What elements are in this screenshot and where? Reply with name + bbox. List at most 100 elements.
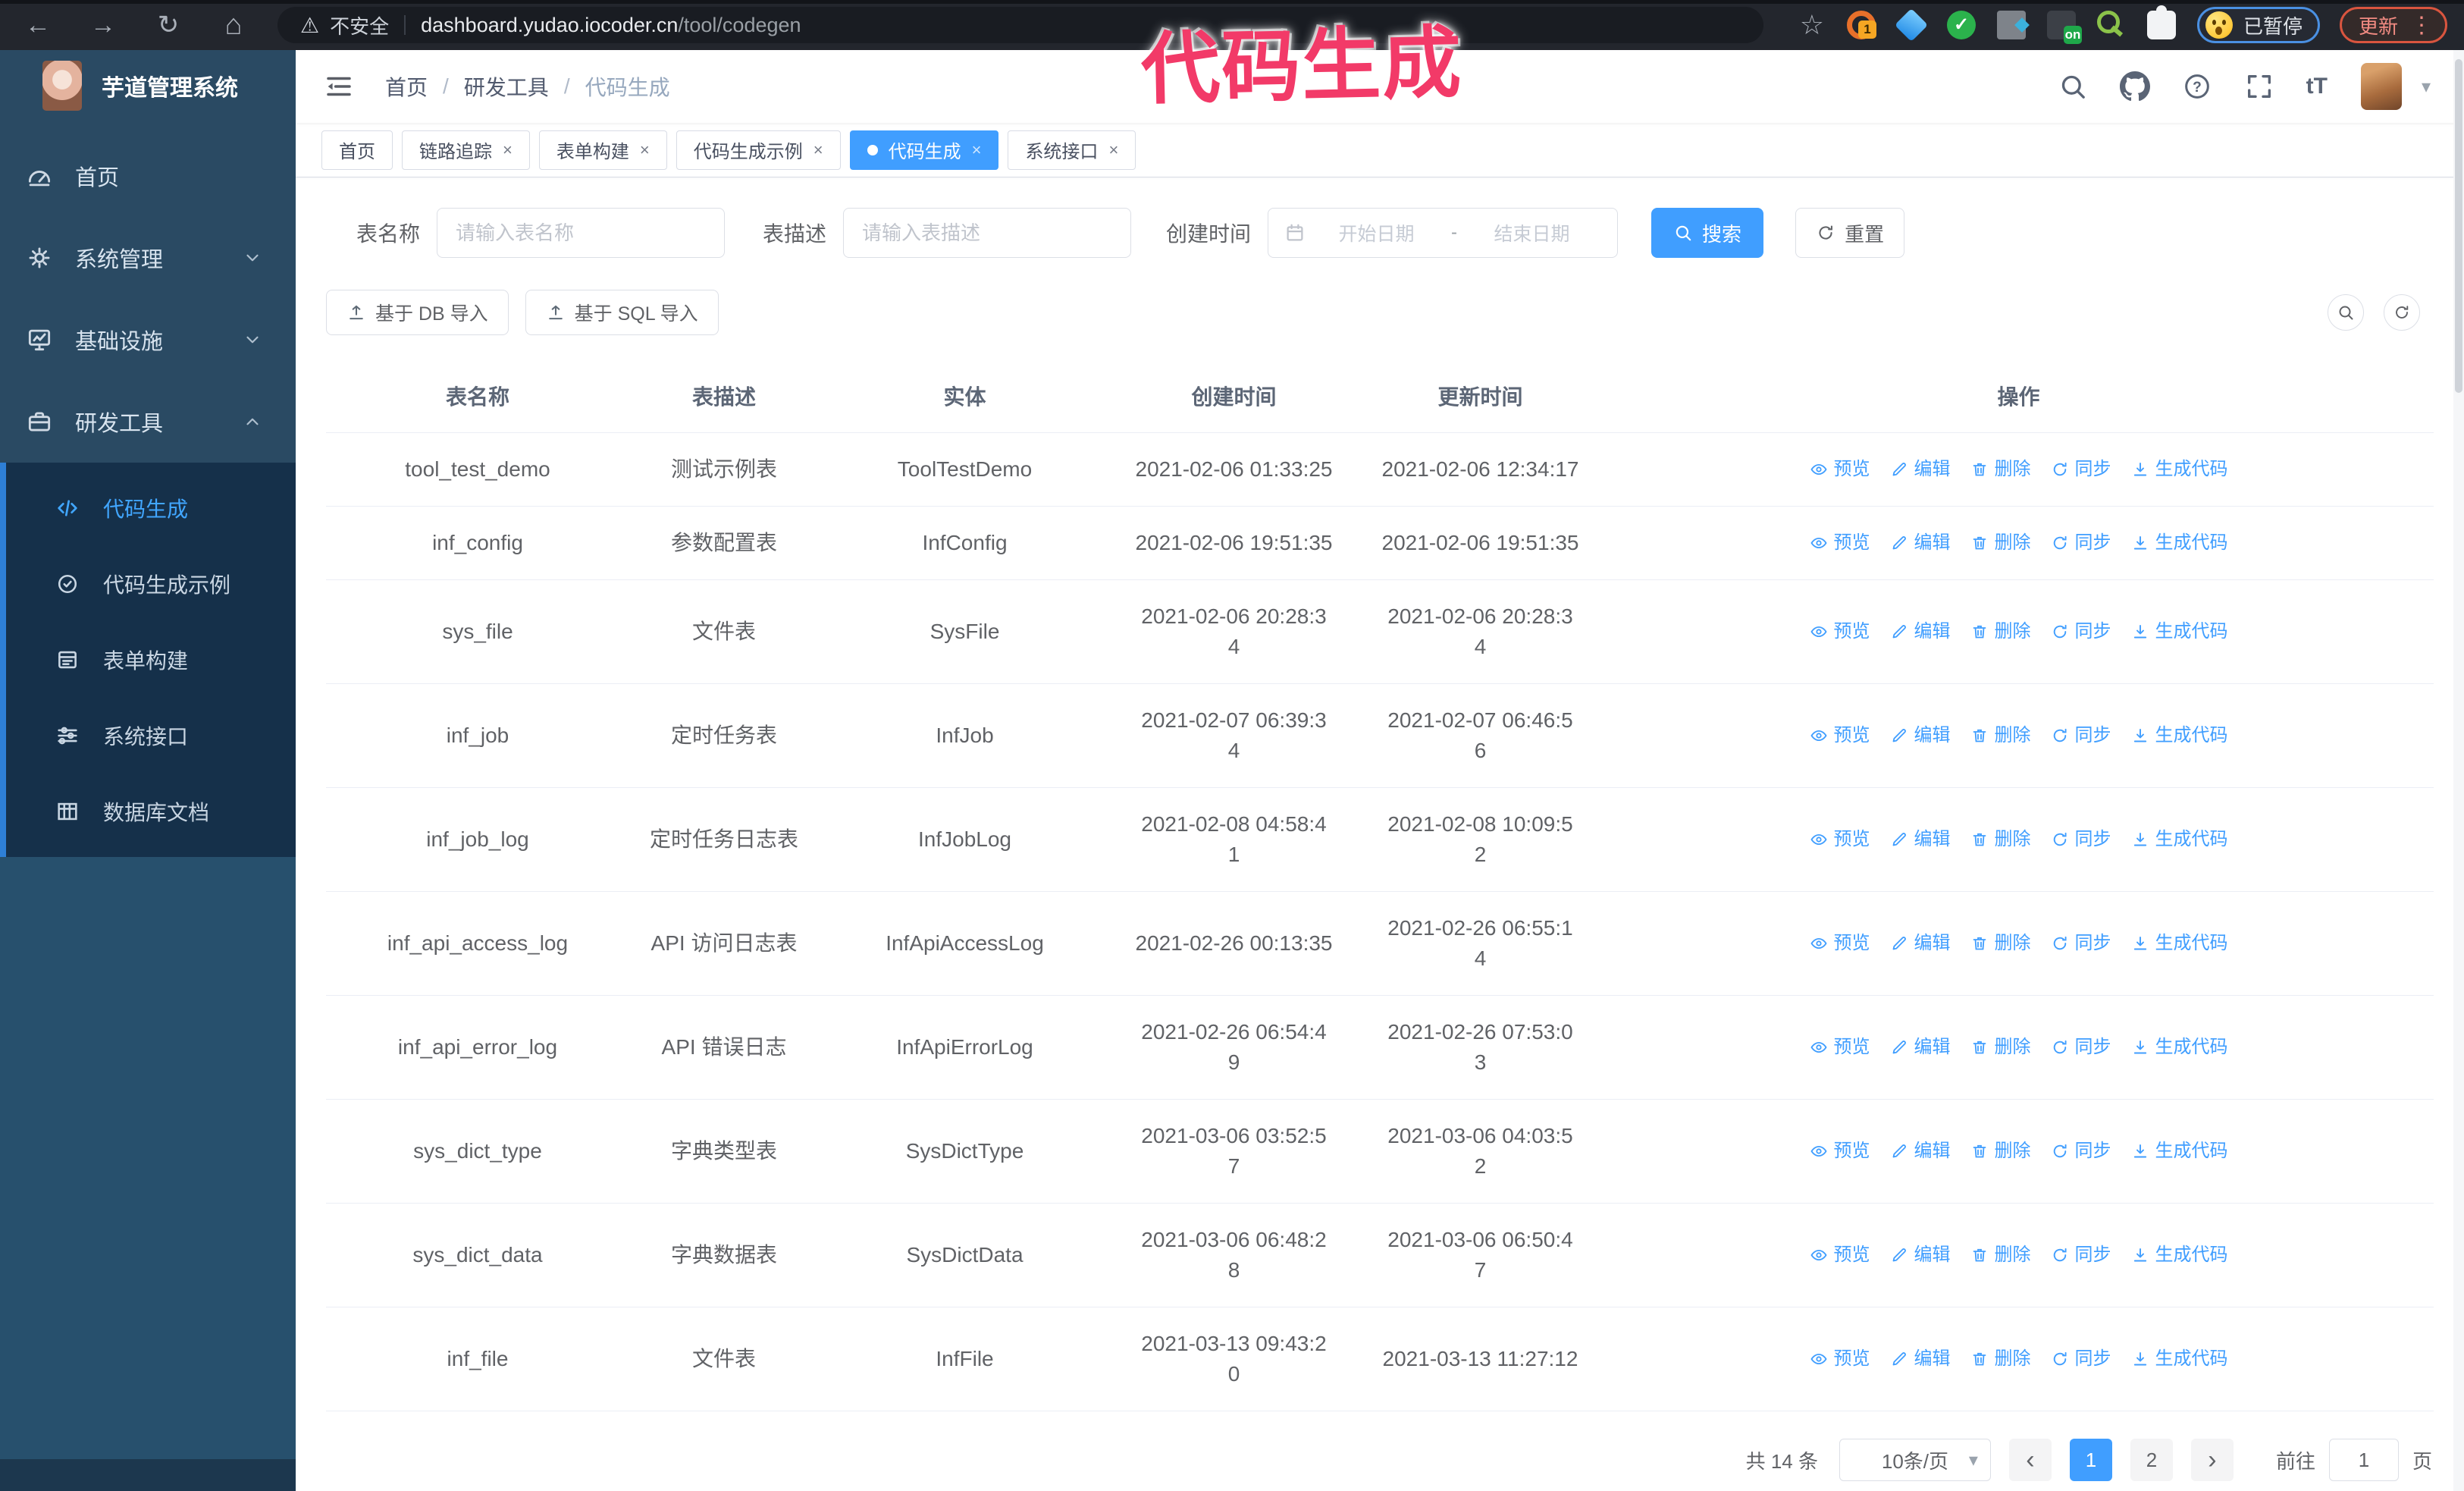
profile-paused-pill[interactable]: 已暂停 <box>2196 7 2320 43</box>
hamburger-icon[interactable] <box>323 71 355 102</box>
table-name-input[interactable] <box>437 208 726 258</box>
action-eye[interactable]: 预览 <box>1810 617 1870 647</box>
user-menu-caret-icon[interactable] <box>2422 76 2431 98</box>
view-tab[interactable]: 系统接口 <box>1008 130 1136 170</box>
search-button[interactable]: 搜索 <box>1651 208 1764 258</box>
address-bar[interactable]: 不安全 dashboard.yudao.iocoder.cn/tool/code… <box>277 7 1763 43</box>
scrollbar-thumb[interactable] <box>2455 59 2462 393</box>
breadcrumb-home[interactable]: 首页 <box>385 71 428 102</box>
action-trash[interactable]: 删除 <box>1970 824 2031 855</box>
action-trash[interactable]: 删除 <box>1970 1240 2031 1270</box>
action-edit[interactable]: 编辑 <box>1890 928 1951 959</box>
start-date-placeholder[interactable]: 开始日期 <box>1306 219 1447 246</box>
action-trash[interactable]: 删除 <box>1970 1136 2031 1166</box>
action-eye[interactable]: 预览 <box>1810 1240 1870 1270</box>
action-download[interactable]: 生成代码 <box>2131 824 2228 855</box>
extension-icon-gem[interactable] <box>1894 8 1929 42</box>
refresh-table-button[interactable] <box>2384 294 2420 331</box>
browser-forward-icon[interactable] <box>86 11 120 40</box>
page-button-1[interactable]: 1 <box>2069 1439 2112 1481</box>
action-download[interactable]: 生成代码 <box>2131 1240 2228 1270</box>
action-eye[interactable]: 预览 <box>1810 1344 1870 1374</box>
action-download[interactable]: 生成代码 <box>2131 617 2228 647</box>
toggle-search-button[interactable] <box>2328 294 2364 331</box>
action-edit[interactable]: 编辑 <box>1890 1032 1951 1063</box>
page-size-select[interactable]: 10条/页 <box>1839 1439 1991 1481</box>
view-tab[interactable]: 代码生成示例 <box>676 130 841 170</box>
page-scrollbar[interactable] <box>2453 50 2464 1491</box>
action-trash[interactable]: 删除 <box>1970 928 2031 959</box>
action-sync[interactable]: 同步 <box>2051 617 2111 647</box>
submenu-item-system-api[interactable]: 系统接口 <box>6 698 296 774</box>
import-db-button[interactable]: 基于 DB 导入 <box>326 290 509 335</box>
action-edit[interactable]: 编辑 <box>1890 454 1951 485</box>
action-sync[interactable]: 同步 <box>2051 928 2111 959</box>
action-trash[interactable]: 删除 <box>1970 1032 2031 1063</box>
action-eye[interactable]: 预览 <box>1810 528 1870 558</box>
action-trash[interactable]: 删除 <box>1970 617 2031 647</box>
action-edit[interactable]: 编辑 <box>1890 1240 1951 1270</box>
action-download[interactable]: 生成代码 <box>2131 1344 2228 1374</box>
view-tab[interactable]: 首页 <box>321 130 393 170</box>
browser-back-icon[interactable] <box>21 11 55 40</box>
action-edit[interactable]: 编辑 <box>1890 824 1951 855</box>
tab-close-icon[interactable] <box>1108 140 1118 160</box>
extension-icon-green-check[interactable] <box>1946 11 1976 39</box>
view-tab[interactable]: 代码生成 <box>849 130 999 170</box>
import-sql-button[interactable]: 基于 SQL 导入 <box>525 290 719 335</box>
breadcrumb-devtools[interactable]: 研发工具 <box>464 71 549 102</box>
next-page-button[interactable] <box>2190 1439 2234 1481</box>
extension-icon-dark[interactable]: on <box>2046 11 2082 44</box>
bookmark-star-icon[interactable] <box>1800 9 1824 41</box>
sidebar-item-devtools[interactable]: 研发工具 <box>0 381 296 463</box>
tab-close-icon[interactable] <box>503 140 513 160</box>
action-eye[interactable]: 预览 <box>1810 454 1870 485</box>
action-trash[interactable]: 删除 <box>1970 528 2031 558</box>
action-sync[interactable]: 同步 <box>2051 1032 2111 1063</box>
goto-page-input[interactable] <box>2328 1439 2399 1481</box>
action-edit[interactable]: 编辑 <box>1890 1344 1951 1374</box>
action-sync[interactable]: 同步 <box>2051 454 2111 485</box>
action-eye[interactable]: 预览 <box>1810 1032 1870 1063</box>
action-eye[interactable]: 预览 <box>1810 1136 1870 1166</box>
tab-close-icon[interactable] <box>640 140 650 160</box>
action-sync[interactable]: 同步 <box>2051 1240 2111 1270</box>
submenu-item-form-builder[interactable]: 表单构建 <box>6 622 296 698</box>
action-sync[interactable]: 同步 <box>2051 720 2111 751</box>
submenu-item-db-doc[interactable]: 数据库文档 <box>6 774 296 849</box>
extension-icon-puzzle[interactable] <box>2146 5 2176 39</box>
action-sync[interactable]: 同步 <box>2051 824 2111 855</box>
action-sync[interactable]: 同步 <box>2051 1136 2111 1166</box>
action-trash[interactable]: 删除 <box>1970 454 2031 485</box>
extension-icon-columns[interactable] <box>1996 11 2026 39</box>
submenu-item-codegen-demo[interactable]: 代码生成示例 <box>6 546 296 622</box>
reset-button[interactable]: 重置 <box>1795 208 1905 258</box>
action-download[interactable]: 生成代码 <box>2131 720 2228 751</box>
prev-page-button[interactable] <box>2008 1439 2052 1481</box>
extension-icon-key[interactable] <box>2096 11 2126 39</box>
action-edit[interactable]: 编辑 <box>1890 617 1951 647</box>
action-download[interactable]: 生成代码 <box>2131 454 2228 485</box>
app-logo-row[interactable]: 芋道管理系统 <box>0 50 296 121</box>
extension-icon-orange[interactable]: 1 <box>1846 11 1876 39</box>
browser-menu-dots-icon[interactable] <box>2410 12 2433 39</box>
action-eye[interactable]: 预览 <box>1810 720 1870 751</box>
action-download[interactable]: 生成代码 <box>2131 1032 2228 1063</box>
help-icon[interactable] <box>2182 71 2212 102</box>
action-download[interactable]: 生成代码 <box>2131 528 2228 558</box>
tab-close-icon[interactable] <box>813 140 823 160</box>
page-button-2[interactable]: 2 <box>2130 1439 2173 1481</box>
action-edit[interactable]: 编辑 <box>1890 720 1951 751</box>
avatar[interactable] <box>2360 63 2402 110</box>
action-eye[interactable]: 预览 <box>1810 928 1870 959</box>
action-download[interactable]: 生成代码 <box>2131 1136 2228 1166</box>
browser-update-button[interactable]: 更新 <box>2339 7 2447 43</box>
action-edit[interactable]: 编辑 <box>1890 1136 1951 1166</box>
github-icon[interactable] <box>2120 71 2150 102</box>
tab-close-icon[interactable] <box>972 140 982 160</box>
action-download[interactable]: 生成代码 <box>2131 928 2228 959</box>
create-time-range-picker[interactable]: 开始日期 - 结束日期 <box>1268 208 1619 258</box>
end-date-placeholder[interactable]: 结束日期 <box>1462 219 1602 246</box>
browser-home-icon[interactable] <box>217 9 250 42</box>
browser-reload-icon[interactable] <box>152 10 185 40</box>
